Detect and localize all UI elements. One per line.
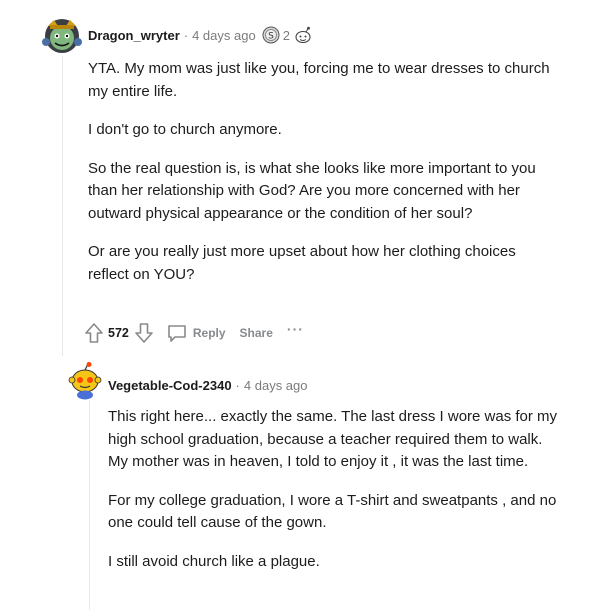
reply-button[interactable]: Reply (166, 322, 226, 344)
reply-body: This right here... exactly the same. The… (108, 406, 558, 589)
comment-body: YTA. My mom was just like you, forcing m… (88, 58, 558, 302)
reply-paragraph: I still avoid church like a plague. (108, 552, 320, 570)
share-label: Share (239, 326, 273, 340)
silver-award-icon[interactable]: S (262, 26, 280, 44)
comment-paragraph: Or are you really just more upset about … (88, 243, 516, 283)
timestamp[interactable]: 4 days ago (192, 28, 256, 43)
svg-text:S: S (268, 32, 274, 42)
more-options-button[interactable]: ··· (287, 321, 304, 337)
downvote-button[interactable] (134, 322, 154, 344)
comment-paragraph: I don't go to church anymore. (88, 121, 282, 138)
snoo-avatar-icon (42, 19, 82, 53)
reply-label: Reply (192, 326, 226, 340)
separator: · (183, 27, 189, 43)
comment-actions: 572 Reply Share ··· (84, 321, 304, 344)
avatar[interactable] (68, 362, 102, 400)
separator: · (235, 378, 240, 393)
username[interactable]: Vegetable-Cod-2340 (108, 378, 232, 393)
helpful-award-icon[interactable] (293, 26, 313, 44)
upvote-button[interactable] (84, 322, 104, 344)
upvote-arrow-icon (85, 323, 103, 343)
comment-header: Dragon_wryter · 4 days ago S 2 (88, 26, 313, 44)
snoo-avatar-icon (68, 362, 102, 400)
reply-header: Vegetable-Cod-2340 · 4 days ago (108, 378, 308, 393)
vote-count: 572 (108, 326, 129, 340)
comment-paragraph: So the real question is, is what she loo… (88, 159, 536, 222)
avatar[interactable] (40, 12, 84, 56)
timestamp[interactable]: 4 days ago (244, 378, 308, 393)
username[interactable]: Dragon_wryter (88, 28, 180, 43)
downvote-arrow-icon (135, 323, 153, 343)
reply-paragraph: For my college graduation, I wore a T-sh… (108, 491, 557, 532)
share-button[interactable]: Share (240, 326, 273, 340)
comment-bubble-icon (168, 325, 186, 342)
thread-line[interactable] (62, 56, 63, 356)
award-count: 2 (282, 27, 290, 43)
comment-paragraph: YTA. My mom was just like you, forcing m… (88, 60, 550, 100)
reply-paragraph: This right here... exactly the same. The… (108, 408, 558, 470)
thread-line[interactable] (89, 400, 90, 610)
